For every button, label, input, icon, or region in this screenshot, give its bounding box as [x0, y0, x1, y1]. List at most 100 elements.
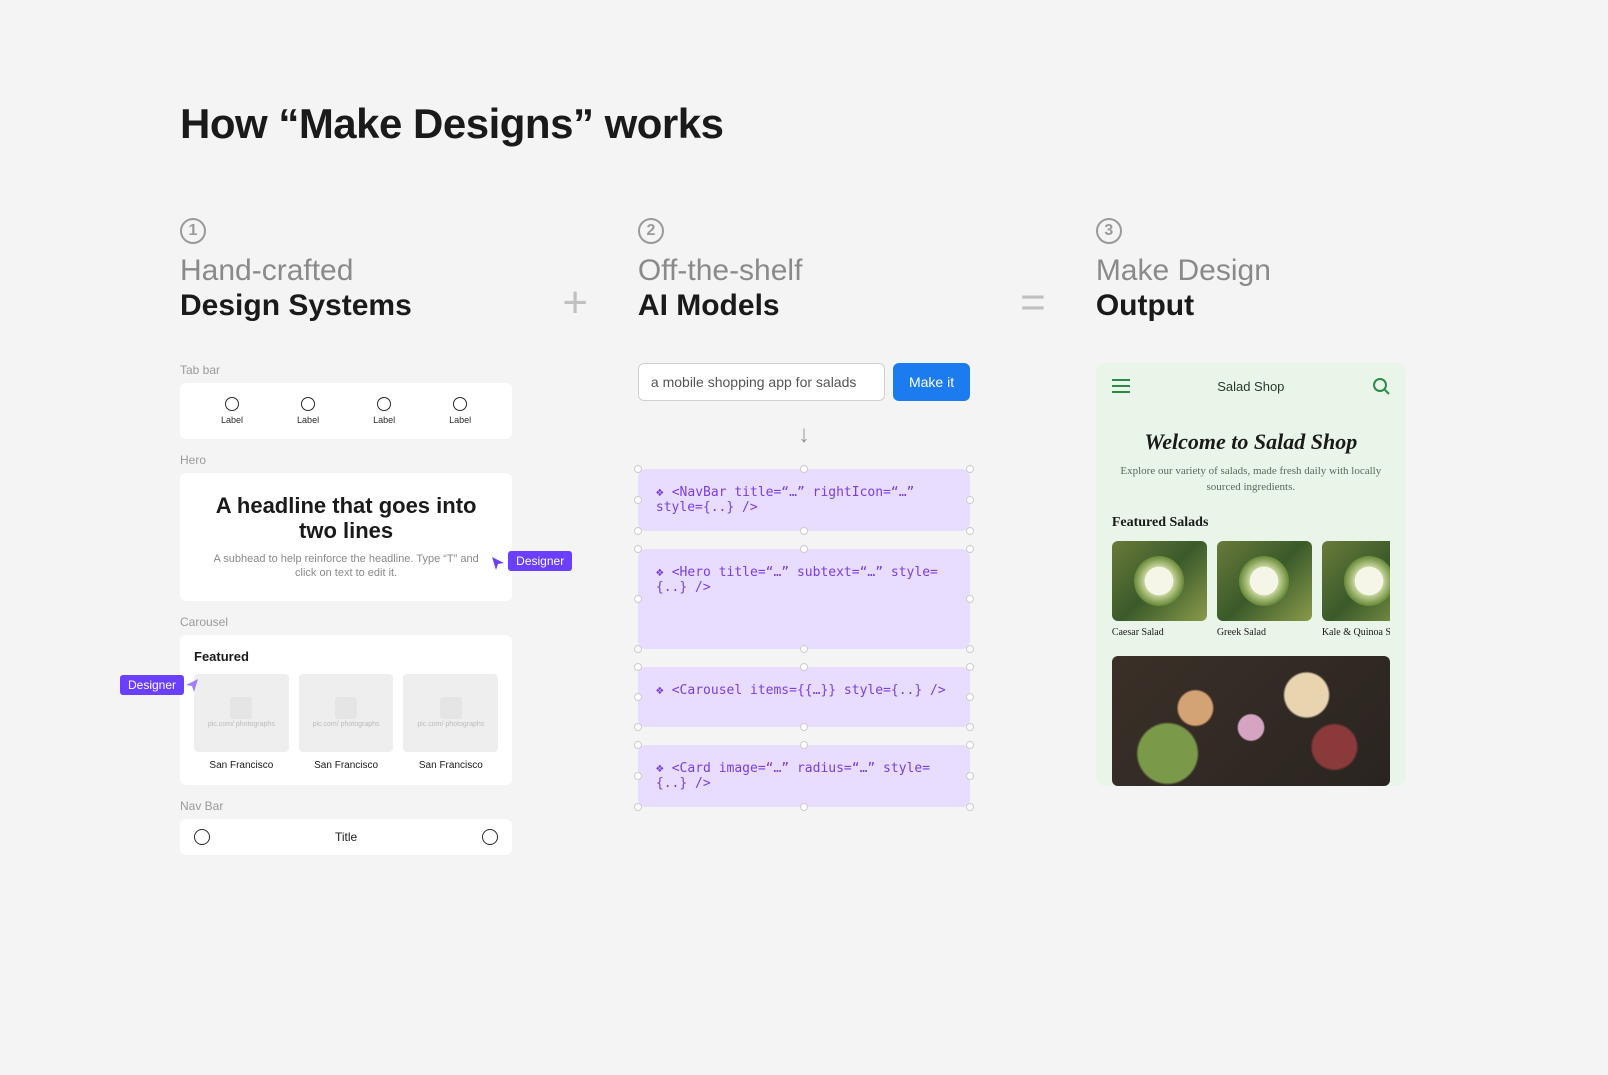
- col3-header: 3 Make Design Output: [1096, 218, 1428, 323]
- plus-operator: +: [562, 278, 588, 328]
- arrow-down-icon: ↓: [638, 421, 970, 449]
- carousel-caption: San Francisco: [314, 760, 378, 771]
- tab-item: Label: [373, 397, 395, 425]
- phone-hero: Welcome to Salad Shop Explore our variet…: [1096, 409, 1406, 505]
- hero-label: Hero: [180, 453, 512, 467]
- column-design-systems: 1 Hand-crafted Design Systems Tab bar La…: [180, 218, 512, 855]
- placeholder-text: pic.com/ photographs: [417, 721, 484, 729]
- carousel-caption: San Francisco: [209, 760, 273, 771]
- phone-hero-subtitle: Explore our variety of salads, made fres…: [1120, 464, 1382, 495]
- code-block-hero: ❖<Hero title=“…” subtext=“…” style={..} …: [638, 549, 970, 649]
- salad-image: [1322, 541, 1390, 621]
- image-placeholder: pic.com/ photographs: [194, 674, 289, 752]
- phone-mockup: Salad Shop Welcome to Salad Shop Explore…: [1096, 363, 1406, 786]
- navbar-component: Title: [180, 819, 512, 855]
- hero-component: A headline that goes into two lines A su…: [180, 473, 512, 601]
- tab-label: Label: [373, 415, 395, 425]
- code-text: <Card image=“…” radius=“…” style={..} />: [656, 761, 930, 791]
- image-placeholder: pic.com/ photographs: [403, 674, 498, 752]
- col3-title-line2: Output: [1096, 289, 1428, 324]
- step-3-badge: 3: [1096, 218, 1122, 244]
- col1-header: 1 Hand-crafted Design Systems: [180, 218, 512, 323]
- salad-card[interactable]: Kale & Quinoa Salad: [1322, 541, 1390, 638]
- phone-large-image: [1112, 656, 1390, 786]
- carousel-label: Carousel: [180, 615, 512, 629]
- hamburger-icon[interactable]: [1112, 379, 1130, 393]
- prompt-input[interactable]: [638, 363, 885, 401]
- tab-item: Label: [221, 397, 243, 425]
- carousel-item: pic.com/ photographs San Francisco: [403, 674, 498, 771]
- col3-title-line1: Make Design: [1096, 254, 1428, 289]
- designer-cursor-1: Designer: [492, 551, 572, 571]
- code-block-card: ❖<Card image=“…” radius=“…” style={..} /…: [638, 745, 970, 807]
- code-text: <Carousel items={{…}} style={..} />: [672, 683, 946, 698]
- tabbar-label: Tab bar: [180, 363, 512, 377]
- circle-icon: [301, 397, 315, 411]
- code-text: <NavBar title=“…” rightIcon=“…” style={.…: [656, 485, 914, 515]
- circle-icon: [482, 829, 498, 845]
- col1-title-line2: Design Systems: [180, 289, 512, 324]
- tab-label: Label: [297, 415, 319, 425]
- circle-icon: [377, 397, 391, 411]
- carousel-title: Featured: [194, 649, 498, 664]
- code-block-carousel: ❖<Carousel items={{…}} style={..} />: [638, 667, 970, 727]
- phone-navbar: Salad Shop: [1096, 363, 1406, 409]
- navbar-title: Title: [335, 830, 357, 844]
- circle-icon: [225, 397, 239, 411]
- columns: 1 Hand-crafted Design Systems Tab bar La…: [180, 218, 1428, 855]
- page-title: How “Make Designs” works: [180, 100, 1428, 148]
- tab-item: Label: [449, 397, 471, 425]
- diamond-icon: ❖: [656, 485, 664, 500]
- cursor-icon: [490, 555, 506, 571]
- phone-app-title: Salad Shop: [1217, 379, 1284, 394]
- col2-title-line2: AI Models: [638, 289, 970, 324]
- prompt-row: Make it: [638, 363, 970, 401]
- salad-name: Greek Salad: [1217, 627, 1312, 638]
- diamond-icon: ❖: [656, 761, 664, 776]
- image-icon: [230, 697, 252, 719]
- salad-card[interactable]: Caesar Salad: [1112, 541, 1207, 638]
- salad-name: Kale & Quinoa Salad: [1322, 627, 1390, 638]
- step-1-badge: 1: [180, 218, 206, 244]
- salad-image: [1112, 541, 1207, 621]
- carousel-item: pic.com/ photographs San Francisco: [299, 674, 394, 771]
- navbar-label: Nav Bar: [180, 799, 512, 813]
- tabbar-component: Label Label Label Label: [180, 383, 512, 439]
- search-icon[interactable]: [1372, 377, 1390, 395]
- hero-headline: A headline that goes into two lines: [204, 493, 488, 544]
- image-icon: [335, 697, 357, 719]
- image-placeholder: pic.com/ photographs: [299, 674, 394, 752]
- equals-operator: =: [1020, 278, 1046, 328]
- salad-card[interactable]: Greek Salad: [1217, 541, 1312, 638]
- cursor-badge-label: Designer: [120, 675, 184, 695]
- column-output: 3 Make Design Output Salad Shop Welcome …: [1096, 218, 1428, 786]
- salad-image: [1217, 541, 1312, 621]
- diamond-icon: ❖: [656, 565, 664, 580]
- cursor-icon: [184, 677, 200, 693]
- make-it-button[interactable]: Make it: [893, 363, 970, 401]
- circle-icon: [194, 829, 210, 845]
- phone-featured-section: Featured Salads Caesar Salad Greek Salad…: [1096, 505, 1406, 638]
- placeholder-text: pic.com/ photographs: [208, 721, 275, 729]
- col2-title-line1: Off-the-shelf: [638, 254, 970, 289]
- cursor-badge-label: Designer: [508, 551, 572, 571]
- tab-label: Label: [221, 415, 243, 425]
- salad-name: Caesar Salad: [1112, 627, 1207, 638]
- column-ai-models: 2 Off-the-shelf AI Models Make it ↓ ❖<Na…: [638, 218, 970, 825]
- salad-carousel: Caesar Salad Greek Salad Kale & Quinoa S…: [1112, 541, 1390, 638]
- step-2-badge: 2: [638, 218, 664, 244]
- col2-header: 2 Off-the-shelf AI Models: [638, 218, 970, 323]
- hero-subhead: A subhead to help reinforce the headline…: [204, 552, 488, 582]
- featured-section-title: Featured Salads: [1112, 515, 1390, 531]
- code-block-navbar: ❖<NavBar title=“…” rightIcon=“…” style={…: [638, 469, 970, 531]
- carousel-item: pic.com/ photographs San Francisco: [194, 674, 289, 771]
- placeholder-text: pic.com/ photographs: [313, 721, 380, 729]
- phone-hero-title: Welcome to Salad Shop: [1120, 429, 1382, 454]
- code-text: <Hero title=“…” subtext=“…” style={..} /…: [656, 565, 938, 595]
- col1-title-line1: Hand-crafted: [180, 254, 512, 289]
- image-icon: [440, 697, 462, 719]
- designer-cursor-2: Designer: [120, 675, 200, 695]
- tab-item: Label: [297, 397, 319, 425]
- carousel-caption: San Francisco: [419, 760, 483, 771]
- circle-icon: [453, 397, 467, 411]
